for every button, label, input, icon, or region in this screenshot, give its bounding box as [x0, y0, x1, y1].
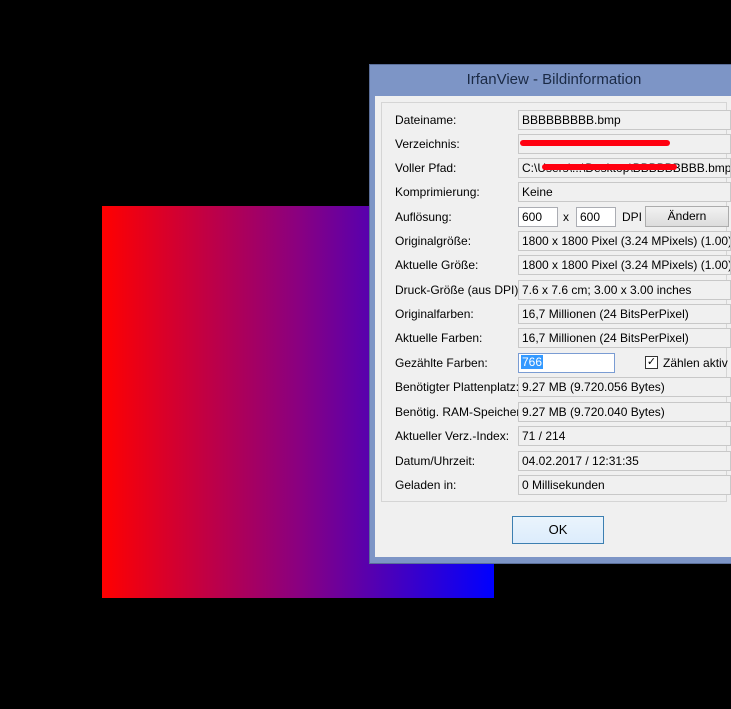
row-plattenplatz: Benötigter Plattenplatz: 9.27 MB (9.720.…	[382, 377, 731, 397]
row-aktuelle-groesse: Aktuelle Größe: 1800 x 1800 Pixel (3.24 …	[382, 255, 731, 275]
row-ram-speicher: Benötig. RAM-Speicher: 9.27 MB (9.720.04…	[382, 402, 731, 422]
aktuelle-groesse-field[interactable]: 1800 x 1800 Pixel (3.24 MPixels) (1.00)	[518, 255, 731, 275]
row-geladen-in: Geladen in: 0 Millisekunden	[382, 475, 731, 495]
aendern-button[interactable]: Ändern	[645, 206, 729, 227]
dialog-title: IrfanView - Bildinformation	[466, 71, 642, 88]
row-aktuelle-farben: Aktuelle Farben: 16,7 Millionen (24 Bits…	[382, 328, 731, 348]
dialog-client-area: Dateiname: BBBBBBBBB.bmp Verzeichnis: Vo…	[375, 96, 731, 557]
zaehlen-aktiv-label: Zählen aktiv	[663, 356, 728, 370]
originalgroesse-field[interactable]: 1800 x 1800 Pixel (3.24 MPixels) (1.00)	[518, 231, 731, 251]
zaehlen-aktiv-checkbox[interactable]: ✓	[645, 356, 658, 369]
row-datum-uhrzeit: Datum/Uhrzeit: 04.02.2017 / 12:31:35	[382, 451, 731, 471]
row-dateiname: Dateiname: BBBBBBBBB.bmp	[382, 110, 731, 130]
ok-button[interactable]: OK	[512, 516, 604, 544]
info-group: Dateiname: BBBBBBBBB.bmp Verzeichnis: Vo…	[381, 102, 731, 502]
row-voller-pfad: Voller Pfad: C:\Users\...\Desktop\BBBBBB…	[382, 158, 731, 178]
redaction-mark	[542, 164, 677, 170]
verz-index-field[interactable]: 71 / 214	[518, 426, 731, 446]
druck-groesse-field[interactable]: 7.6 x 7.6 cm; 3.00 x 3.00 inches	[518, 280, 731, 300]
aktuelle-farben-field[interactable]: 16,7 Millionen (24 BitsPerPixel)	[518, 328, 731, 348]
resolution-y-input[interactable]: 600	[576, 207, 616, 227]
row-verz-index: Aktueller Verz.-Index: 71 / 214	[382, 426, 731, 446]
gezaehlte-farben-field[interactable]: 766	[518, 353, 615, 373]
dateiname-field[interactable]: BBBBBBBBB.bmp	[518, 110, 731, 130]
redaction-mark	[520, 140, 670, 146]
datum-uhrzeit-field[interactable]: 04.02.2017 / 12:31:35	[518, 451, 731, 471]
ram-speicher-field[interactable]: 9.27 MB (9.720.040 Bytes)	[518, 402, 731, 422]
row-originalgroesse: Originalgröße: 1800 x 1800 Pixel (3.24 M…	[382, 231, 731, 251]
bildinformation-dialog: IrfanView - Bildinformation Dateiname: B…	[369, 64, 731, 564]
row-verzeichnis: Verzeichnis:	[382, 134, 731, 154]
originalfarben-field[interactable]: 16,7 Millionen (24 BitsPerPixel)	[518, 304, 731, 324]
geladen-in-field[interactable]: 0 Millisekunden	[518, 475, 731, 495]
row-aufloesung: Auflösung: 600 x 600 DPI Ändern	[382, 206, 729, 227]
row-originalfarben: Originalfarben: 16,7 Millionen (24 BitsP…	[382, 304, 731, 324]
plattenplatz-field[interactable]: 9.27 MB (9.720.056 Bytes)	[518, 377, 731, 397]
row-gezaehlte-farben: Gezählte Farben: 766 ✓ Zählen aktiv	[382, 353, 728, 373]
resolution-x-input[interactable]: 600	[518, 207, 558, 227]
row-komprimierung: Komprimierung: Keine	[382, 182, 731, 202]
row-druck-groesse: Druck-Größe (aus DPI): 7.6 x 7.6 cm; 3.0…	[382, 280, 731, 300]
komprimierung-field[interactable]: Keine	[518, 182, 731, 202]
